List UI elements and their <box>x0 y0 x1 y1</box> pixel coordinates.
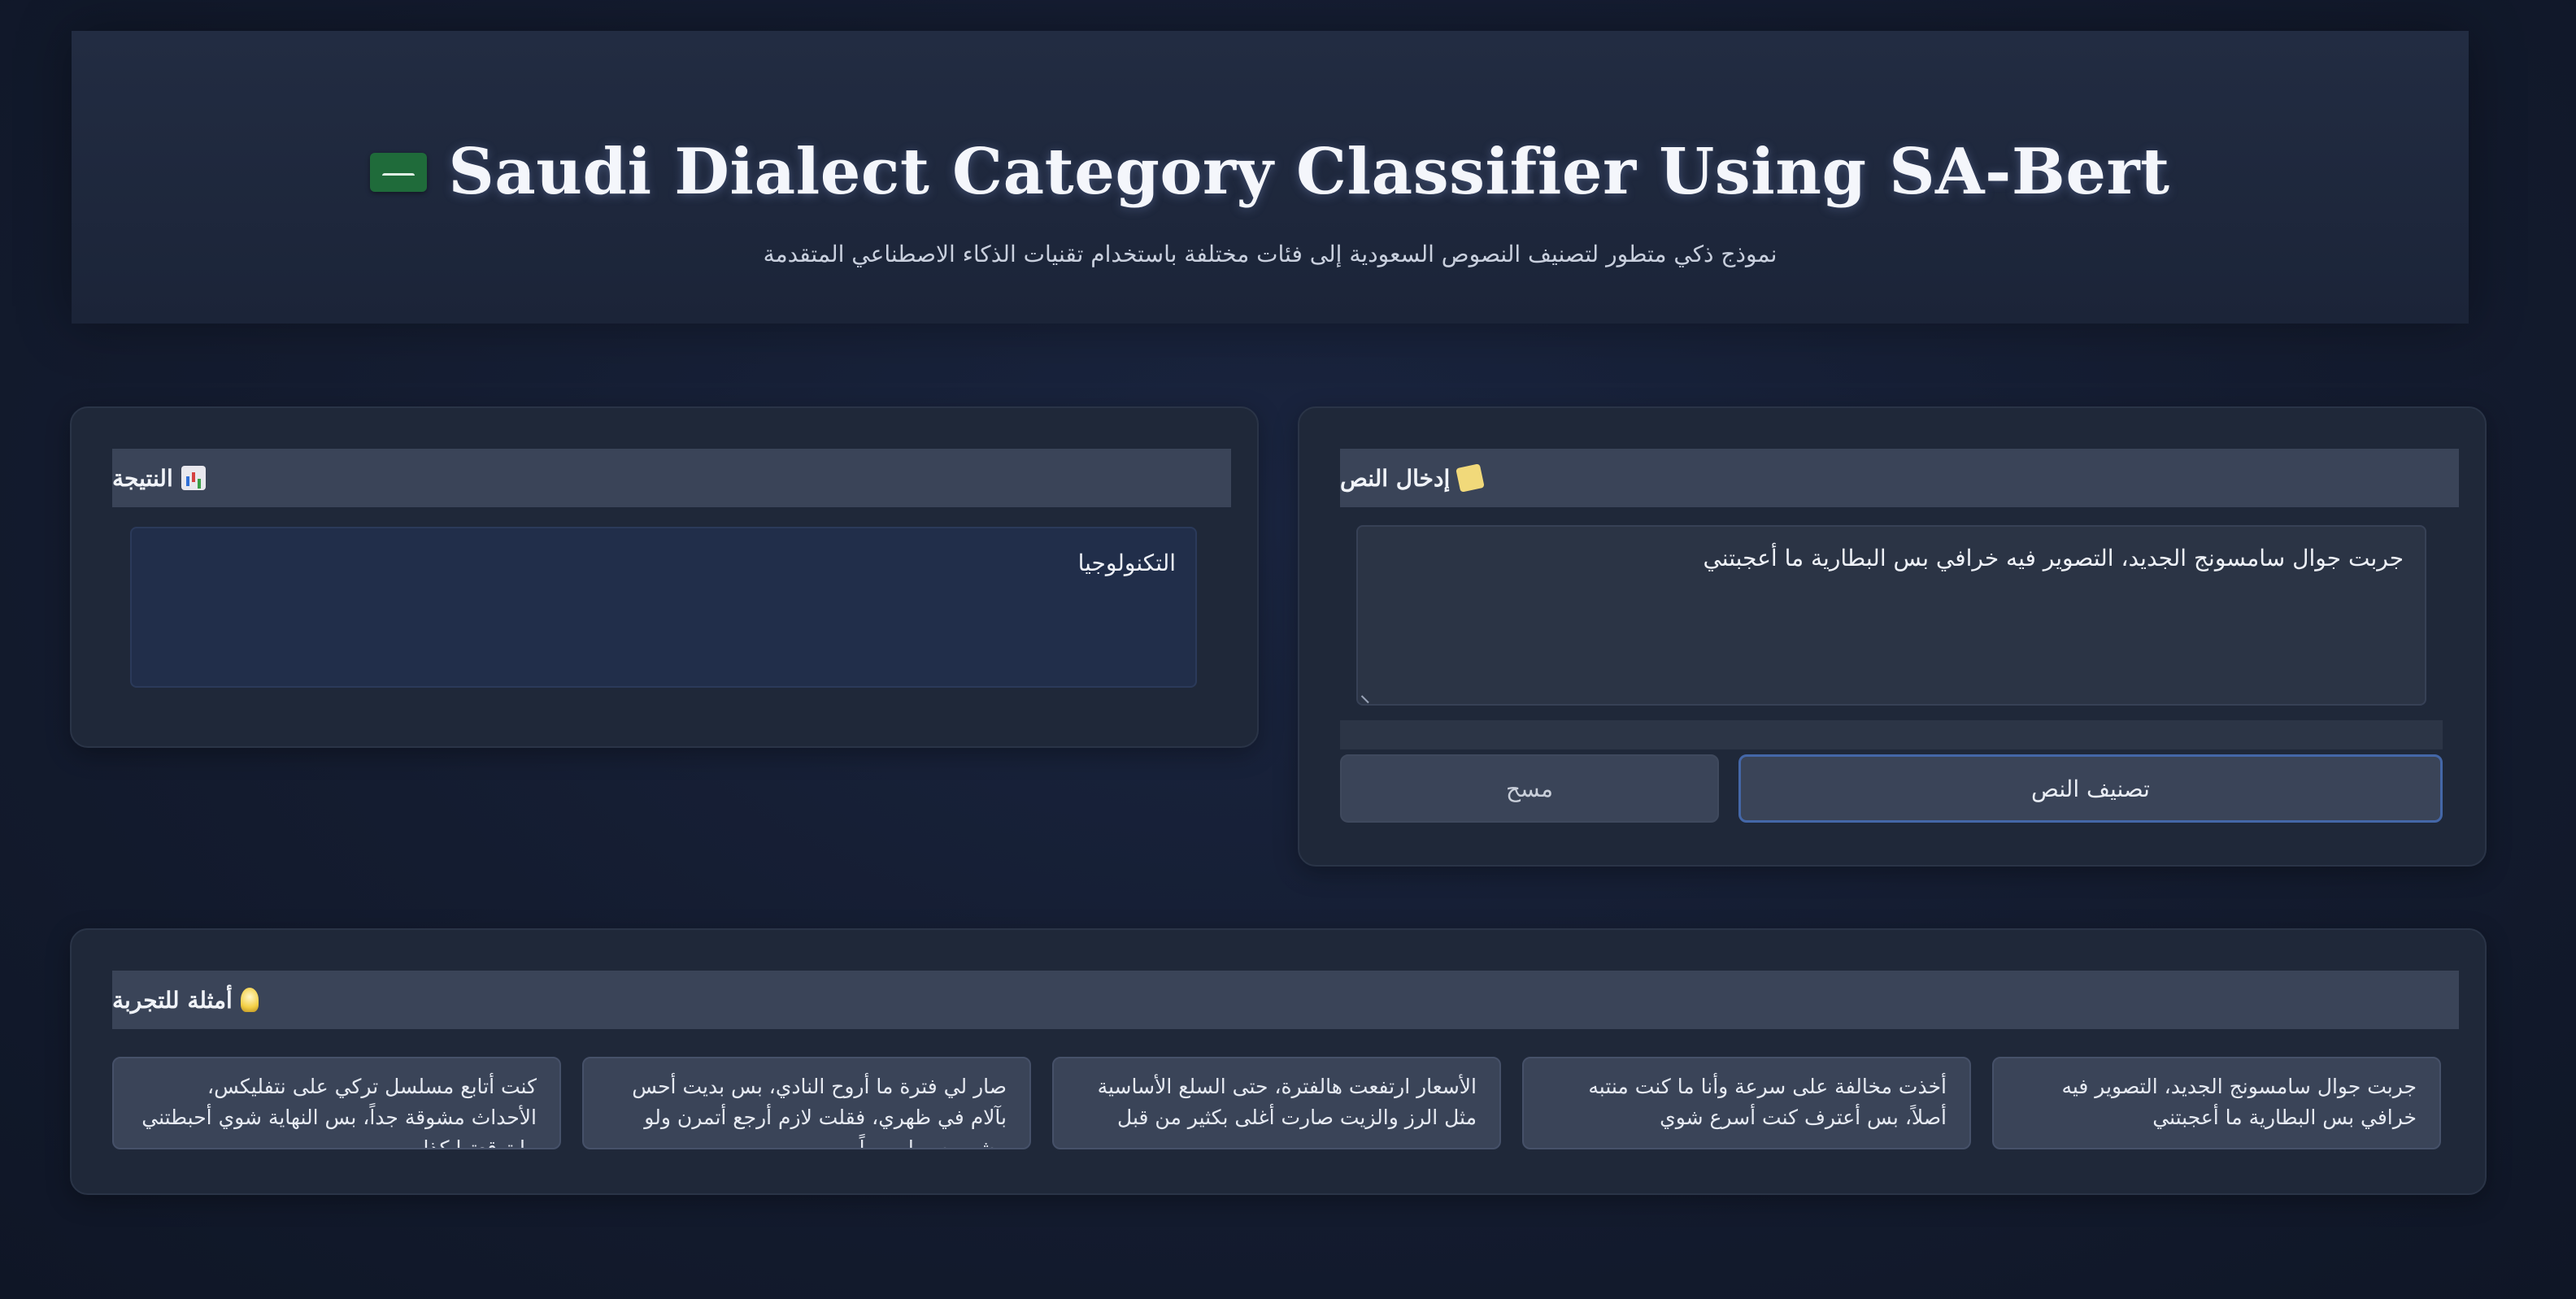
result-panel-title: النتيجة <box>112 464 173 492</box>
example-card[interactable]: كنت أتابع مسلسل تركي على نتفليكس، الأحدا… <box>112 1057 561 1149</box>
result-output: التكنولوجيا <box>130 527 1197 688</box>
memo-pencil-icon <box>1456 463 1486 493</box>
result-panel: النتيجة التكنولوجيا <box>70 406 1259 748</box>
clear-button[interactable]: مسح <box>1340 754 1719 823</box>
example-card[interactable]: أخذت مخالفة على سرعة وأنا ما كنت منتبه أ… <box>1522 1057 1971 1149</box>
input-panel-header: إدخال النص <box>1340 449 2459 507</box>
page-title: Saudi Dialect Category Classifier Using … <box>448 135 2170 209</box>
input-panel: إدخال النص جربت جوال سامسونج الجديد، الت… <box>1298 406 2487 867</box>
text-input[interactable]: جربت جوال سامسونج الجديد، التصوير فيه خر… <box>1356 525 2426 706</box>
light-bulb-icon <box>240 988 259 1012</box>
title-row: Saudi Dialect Category Classifier Using … <box>72 135 2469 209</box>
examples-panel-header: أمثلة للتجربة <box>112 971 2459 1029</box>
examples-panel-title: أمثلة للتجربة <box>112 986 233 1014</box>
bar-chart-icon <box>181 466 206 490</box>
example-card[interactable]: صار لي فترة ما أروح النادي، بس بديت أحس … <box>582 1057 1031 1149</box>
saudi-flag-icon <box>370 152 428 192</box>
example-card[interactable]: الأسعار ارتفعت هالفترة، حتى السلع الأساس… <box>1052 1057 1501 1149</box>
example-card[interactable]: جربت جوال سامسونج الجديد، التصوير فيه خر… <box>1992 1057 2441 1149</box>
result-panel-header: النتيجة <box>112 449 1231 507</box>
resize-handle-icon[interactable] <box>1360 688 1377 704</box>
app-header: Saudi Dialect Category Classifier Using … <box>72 31 2469 324</box>
button-row-bar <box>1340 720 2443 749</box>
classify-button[interactable]: تصنيف النص <box>1738 754 2443 823</box>
page-subtitle: نموذج ذكي متطور لتصنيف النصوص السعودية إ… <box>763 241 1778 267</box>
input-panel-title: إدخال النص <box>1340 464 1451 492</box>
